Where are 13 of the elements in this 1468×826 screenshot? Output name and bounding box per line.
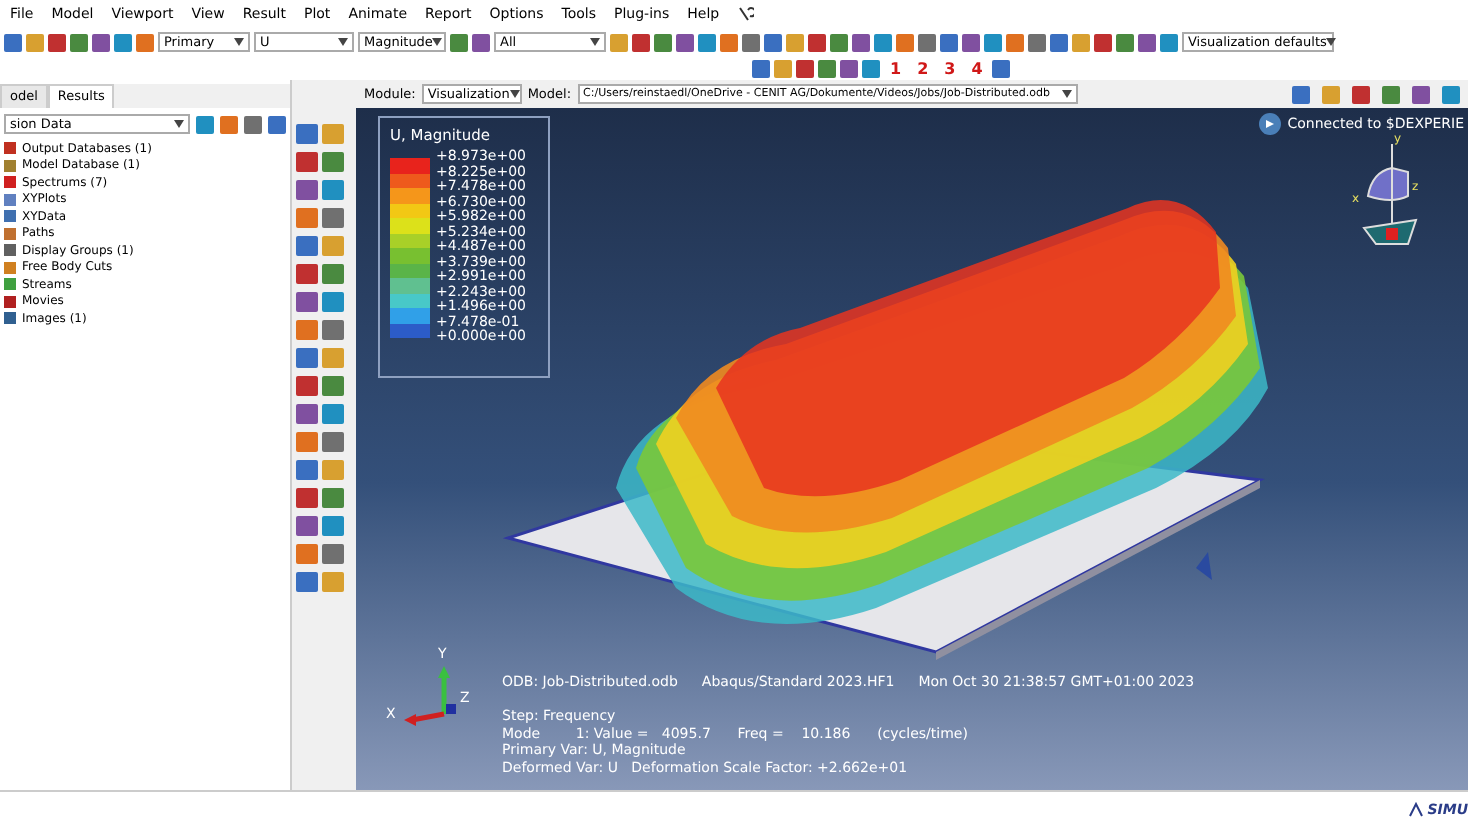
view-number-button[interactable]: 3	[938, 59, 962, 77]
caret-icon	[174, 120, 184, 128]
caret-icon	[338, 38, 348, 46]
caret-icon	[1061, 90, 1072, 98]
caret-icon	[1326, 38, 1337, 46]
view-number-button[interactable]: 1	[884, 59, 908, 77]
caret-icon	[234, 38, 244, 46]
view-number-button[interactable]: 2	[911, 59, 935, 77]
view-number-button[interactable]: 4	[965, 59, 989, 77]
caret-icon	[590, 38, 600, 46]
caret-icon	[432, 38, 443, 46]
logo-icon	[1407, 802, 1424, 818]
caret-icon	[509, 90, 520, 98]
